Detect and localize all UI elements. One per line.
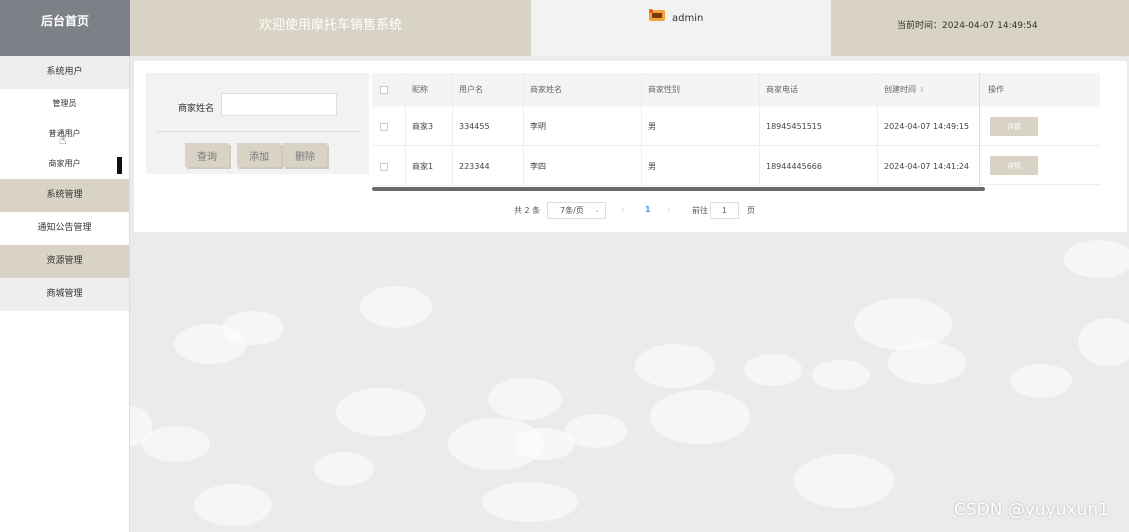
column-header: 商家性别 [642,73,760,107]
sidebar-item-system-users[interactable]: 系统用户 [0,56,129,89]
row-select-cell [372,107,406,145]
goto-prefix: 前往 [692,206,708,215]
search-form: 商家姓名 查询 添加 删除 [146,73,369,174]
watermark: CSDN @yuyuxun1 [954,500,1109,520]
current-time: 当前时间：2024-04-07 14:49:54 [831,0,1129,56]
bubble [794,454,894,508]
merchant-name-input[interactable] [221,93,337,116]
bubble [1078,318,1129,366]
sidebar-item-shop-management[interactable]: 商城管理 [0,278,129,311]
time-label: 当前时间： [897,21,943,31]
row-checkbox[interactable] [380,122,388,131]
row-checkbox[interactable] [380,162,388,171]
column-header: 用户名 [453,73,524,107]
bubble [888,342,966,384]
bubble [142,426,210,462]
query-button[interactable]: 查询 [185,143,229,167]
bubble [744,354,802,386]
cell-created: 2024-04-07 14:49:15 [878,107,980,145]
main-panel: 商家姓名 查询 添加 删除 昵称 用户名 商家姓名 商家性别 商家电话 创建时间… [134,61,1127,232]
bubble [336,388,426,436]
hand-cursor-icon: ☝ [59,133,67,147]
bubble [194,484,272,526]
bubble [565,414,627,448]
active-marker [117,157,122,174]
column-header: 商家电话 [760,73,878,107]
bubble [1010,364,1072,398]
divider [156,131,361,132]
page-number-current[interactable]: 1 [645,205,651,214]
bubble [482,482,578,522]
cell-phone: 18945451515 [760,107,878,145]
bubble [314,452,374,486]
bubble [488,378,562,420]
cell-name: 李明 [524,107,642,145]
home-link[interactable]: 后台首页 [0,0,130,56]
system-title: 欢迎使用摩托车销售系统 [130,0,531,56]
detail-button[interactable]: 详情 [990,156,1038,175]
page-size-select[interactable]: 7条/页 ⌄ [547,202,606,219]
delete-button[interactable]: 删除 [283,143,327,167]
cell-gender: 男 [642,147,760,185]
cell-created: 2024-04-07 14:41:24 [878,147,980,185]
sort-icon[interactable]: ⇕ [919,86,925,94]
bubble [650,390,750,444]
bubble [174,324,246,364]
add-button[interactable]: 添加 [237,143,281,167]
avatar-icon[interactable] [646,7,668,25]
column-header-label: 创建时间 [884,85,916,94]
sidebar-sub-merchant-label: 商家用户 [48,159,81,168]
column-header: 操作 [980,73,1100,107]
total-count: 共 2 条 [514,206,541,215]
chevron-down-icon: ⌄ [594,206,600,214]
sidebar-item-notice-management[interactable]: 通知公告管理 [0,212,129,245]
time-value: 2024-04-07 14:49:54 [942,21,1038,31]
cell-nickname: 商家1 [406,147,453,185]
select-all-checkbox[interactable] [380,85,388,94]
action-cell: 详情 [980,107,1100,146]
cell-username: 334455 [453,107,524,145]
row-select-cell [372,147,406,185]
bubble [360,286,432,328]
detail-button[interactable]: 详情 [990,117,1038,136]
column-header: 商家姓名 [524,73,642,107]
sidebar-item-resource-management[interactable]: 资源管理 [0,245,129,278]
username[interactable]: admin [672,13,703,24]
select-all-cell [372,73,406,107]
sidebar: 系统用户 管理员 普通用户 商家用户 系统管理 通知公告管理 资源管理 商城管理 [0,56,130,532]
next-page-icon[interactable]: › [667,205,670,214]
created-time-header[interactable]: 创建时间 ⇕ [878,73,980,107]
page-size-value: 7条/页 [560,206,584,215]
column-header: 昵称 [406,73,453,107]
cell-gender: 男 [642,107,760,145]
action-column: 操作 详情 详情 [979,73,1100,186]
top-bar: 后台首页 欢迎使用摩托车销售系统 admin 当前时间：2024-04-07 1… [0,0,1129,56]
goto-page-input[interactable] [710,202,739,219]
user-area[interactable]: admin [531,0,831,56]
action-cell: 详情 [980,146,1100,185]
goto-suffix: 页 [747,206,755,215]
cell-nickname: 商家3 [406,107,453,145]
cell-name: 李四 [524,147,642,185]
horizontal-scrollbar[interactable] [372,187,985,191]
sidebar-item-system-management[interactable]: 系统管理 [0,179,129,212]
bubble [635,344,715,388]
bubble [1064,240,1129,278]
sidebar-sub-admin[interactable]: 管理员 [0,89,129,119]
sidebar-sub-merchant-users[interactable]: 商家用户 [0,149,129,179]
cell-username: 223344 [453,147,524,185]
prev-page-icon[interactable]: ‹ [621,205,624,214]
search-label: 商家姓名 [178,104,215,114]
bubble [812,360,870,390]
cell-phone: 18944445666 [760,147,878,185]
